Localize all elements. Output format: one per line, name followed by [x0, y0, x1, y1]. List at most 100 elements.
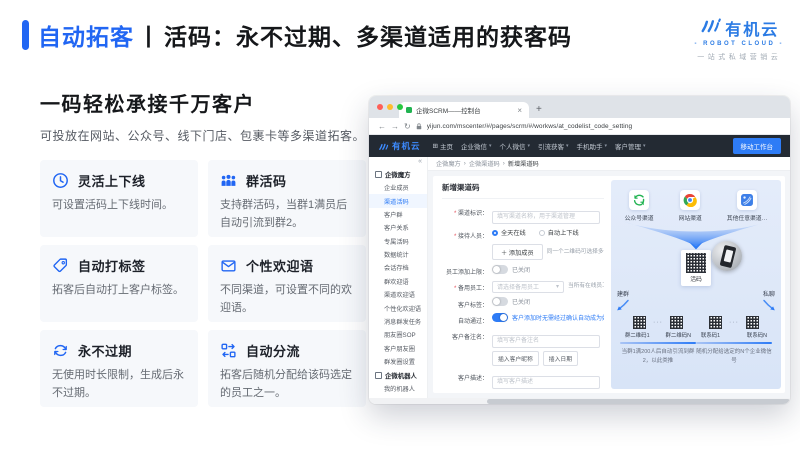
sidebar-item[interactable]: 消息群发任务 — [369, 315, 427, 328]
channel-code-form: 新增渠道码 * 渠道标识： * 接待人员： 全天在线 自动上下线 ＋ 添加成员同一个二维… — [433, 176, 609, 393]
form-row: 员工添加上限：已关闭 — [442, 265, 604, 277]
brand-tagline: 一站式私域营销云 — [695, 52, 785, 62]
toggle-switch[interactable] — [492, 313, 508, 322]
form-text-input[interactable] — [492, 335, 600, 348]
sidebar-item[interactable]: 渠道活码 — [369, 194, 427, 207]
form-text-input[interactable] — [492, 211, 600, 224]
form-row: ＋ 添加成员同一个二维码可选择多位客服成员后可排班，客户扫码后随机分配 — [442, 244, 604, 260]
app-topnav: 有机云 ⊞ 主页 企业微信▾个人微信▾引流获客▾手机助手▾客户管理▾ 移动工作台 — [369, 135, 790, 157]
insert-token-button[interactable]: 插入客户昵称 — [492, 351, 539, 366]
live-code-center: 活码 — [681, 250, 711, 286]
browser-scrollbar — [369, 398, 790, 404]
chevron-down-icon: ▾ — [556, 283, 559, 290]
topnav-item[interactable]: 客户管理▾ — [615, 141, 646, 151]
tab-close-icon[interactable]: × — [517, 106, 522, 115]
window-controls[interactable] — [377, 104, 403, 110]
feature-card-title: 个性欢迎语 — [246, 256, 314, 275]
add-member-button[interactable]: ＋ 添加成员 — [492, 244, 543, 260]
live-qr-code: 活码 — [681, 250, 711, 286]
qr-label: 联系码N — [747, 331, 767, 339]
sidebar-item[interactable]: 企业成员 — [369, 181, 427, 194]
sidebar-item[interactable]: 客户关系 — [369, 221, 427, 234]
mobile-workbench-button[interactable]: 移动工作台 — [733, 138, 782, 154]
breadcrumb-item[interactable]: 新增渠道码 — [508, 159, 539, 168]
sidebar-item[interactable]: 会话存档 — [369, 261, 427, 274]
back-icon[interactable]: ← — [378, 122, 386, 131]
group-icon — [220, 172, 237, 189]
radio-icon — [539, 230, 545, 236]
browser-tab[interactable]: 企微SCRM——控制台 × — [399, 102, 529, 118]
feature-card-desc: 支持群活码，当群1满员后自动引流到群2。 — [220, 196, 354, 232]
feature-card-desc: 无使用时长限制，生成后永不过期。 — [52, 366, 186, 402]
sidebar-section-header[interactable]: 企微机器人 — [369, 368, 427, 382]
sidebar-item[interactable]: 个性化欢迎语 — [369, 301, 427, 314]
sidebar-item[interactable]: 客户朋友圈 — [369, 342, 427, 355]
branch-right-label: 私聊 — [763, 289, 775, 298]
ellipsis: ··· — [653, 319, 663, 326]
sidebar-item[interactable]: 朋友圈SOP — [369, 328, 427, 341]
sidebar-item[interactable]: 我的机器人 — [369, 382, 427, 395]
app-topnav-menu: 企业微信▾ 个人微信▾ 引流获客▾ 手机助手▾ 客户管理▾ — [461, 141, 646, 151]
feature-card-title: 自动打标签 — [78, 256, 146, 275]
form-label: * 渠道标识： — [442, 205, 488, 217]
radio-icon — [492, 230, 498, 236]
topnav-item[interactable]: 手机助手▾ — [577, 141, 608, 151]
sidebar-item[interactable]: 专属活码 — [369, 235, 427, 248]
live-code-panel: 公众号渠道网站渠道其他任意渠道… — [611, 180, 781, 389]
topnav-item-home[interactable]: ⊞ 主页 — [433, 141, 453, 151]
form-row: * 备用员工：请选择备用员工▾当所有在线员工均不可用时，将分配客户给备用员工 — [442, 281, 604, 293]
arrow-down-left-icon — [616, 299, 630, 312]
minimize-window-icon[interactable] — [387, 104, 393, 110]
sidebar-item[interactable]: 群发圈设置 — [369, 355, 427, 368]
form-row: * 渠道标识： — [442, 205, 604, 224]
scrollbar-thumb[interactable] — [487, 399, 790, 404]
form-hint: 当所有在线员工均不可用时，将分配客户给备用员工 — [568, 282, 604, 291]
feature-card: 个性欢迎语不同渠道，可设置不同的欢迎语。 — [208, 245, 366, 322]
form-row: 客户标签：已关闭 — [442, 297, 604, 309]
sidebar-section-header[interactable]: 企微魔方 — [369, 167, 427, 181]
qr-label: 联系码1 — [701, 331, 720, 339]
live-code-label: 活码 — [690, 274, 702, 283]
form-select[interactable]: 请选择备用员工▾ — [492, 281, 564, 293]
sidebar-item[interactable]: 数据统计 — [369, 248, 427, 261]
reload-icon[interactable]: ↻ — [404, 122, 411, 131]
sidebar-item[interactable]: 渠道欢迎语 — [369, 288, 427, 301]
form-label: 员工添加上限： — [442, 265, 488, 277]
branch-left: 建群 — [616, 289, 630, 312]
topnav-item[interactable]: 个人微信▾ — [499, 141, 530, 151]
chevron-down-icon: ▾ — [643, 143, 646, 149]
form-text-input[interactable] — [492, 376, 600, 389]
address-url[interactable]: yijun.com/mscenter/#/pages/scrm/#/workws… — [427, 123, 633, 130]
breadcrumb: 企微魔方›企微渠道码›新增渠道码 — [428, 157, 790, 171]
folder-icon — [375, 372, 382, 379]
form-label: * 接待人员： — [442, 228, 488, 240]
breadcrumb-item[interactable]: 企微渠道码 — [469, 159, 500, 168]
toggle-state-text: 客户添加时无需经过确认自动成为好友 — [512, 313, 604, 322]
radio-option[interactable]: 自动上下线 — [539, 228, 579, 237]
feature-card: 自动打标签拓客后自动打上客户标签。 — [40, 245, 198, 322]
topnav-item[interactable]: 引流获客▾ — [538, 141, 569, 151]
feature-card-title: 群活码 — [246, 171, 287, 190]
topnav-item[interactable]: 企业微信▾ — [461, 141, 492, 151]
toggle-switch[interactable] — [492, 297, 508, 306]
forward-icon[interactable]: → — [391, 122, 399, 131]
close-window-icon[interactable] — [377, 104, 383, 110]
maximize-window-icon[interactable] — [397, 104, 403, 110]
feature-card-desc: 不同渠道，可设置不同的欢迎语。 — [220, 281, 354, 317]
sidebar-collapse-icon[interactable]: « — [369, 157, 427, 167]
insert-token-button[interactable]: 插入日期 — [543, 351, 578, 366]
phone-scan-photo — [712, 241, 742, 271]
brand-name: 有机云 — [725, 16, 779, 40]
form-title: 新增渠道码 — [442, 182, 604, 199]
sidebar-item[interactable]: 群欢迎语 — [369, 275, 427, 288]
form-label: 自动通过： — [442, 313, 488, 325]
title-divider: 丨 — [137, 18, 161, 52]
chevron-down-icon: ▾ — [605, 143, 608, 149]
toggle-switch[interactable] — [492, 265, 508, 274]
slide-header: 自动拓客 丨 活码：永不过期、多渠道适用的获客码 — [22, 18, 572, 52]
channel: 公众号渠道 — [625, 190, 654, 222]
new-tab-button[interactable]: + — [536, 104, 542, 115]
radio-option[interactable]: 全天在线 — [492, 228, 526, 237]
sidebar-item[interactable]: 客户群 — [369, 208, 427, 221]
breadcrumb-item[interactable]: 企微魔方 — [436, 159, 461, 168]
